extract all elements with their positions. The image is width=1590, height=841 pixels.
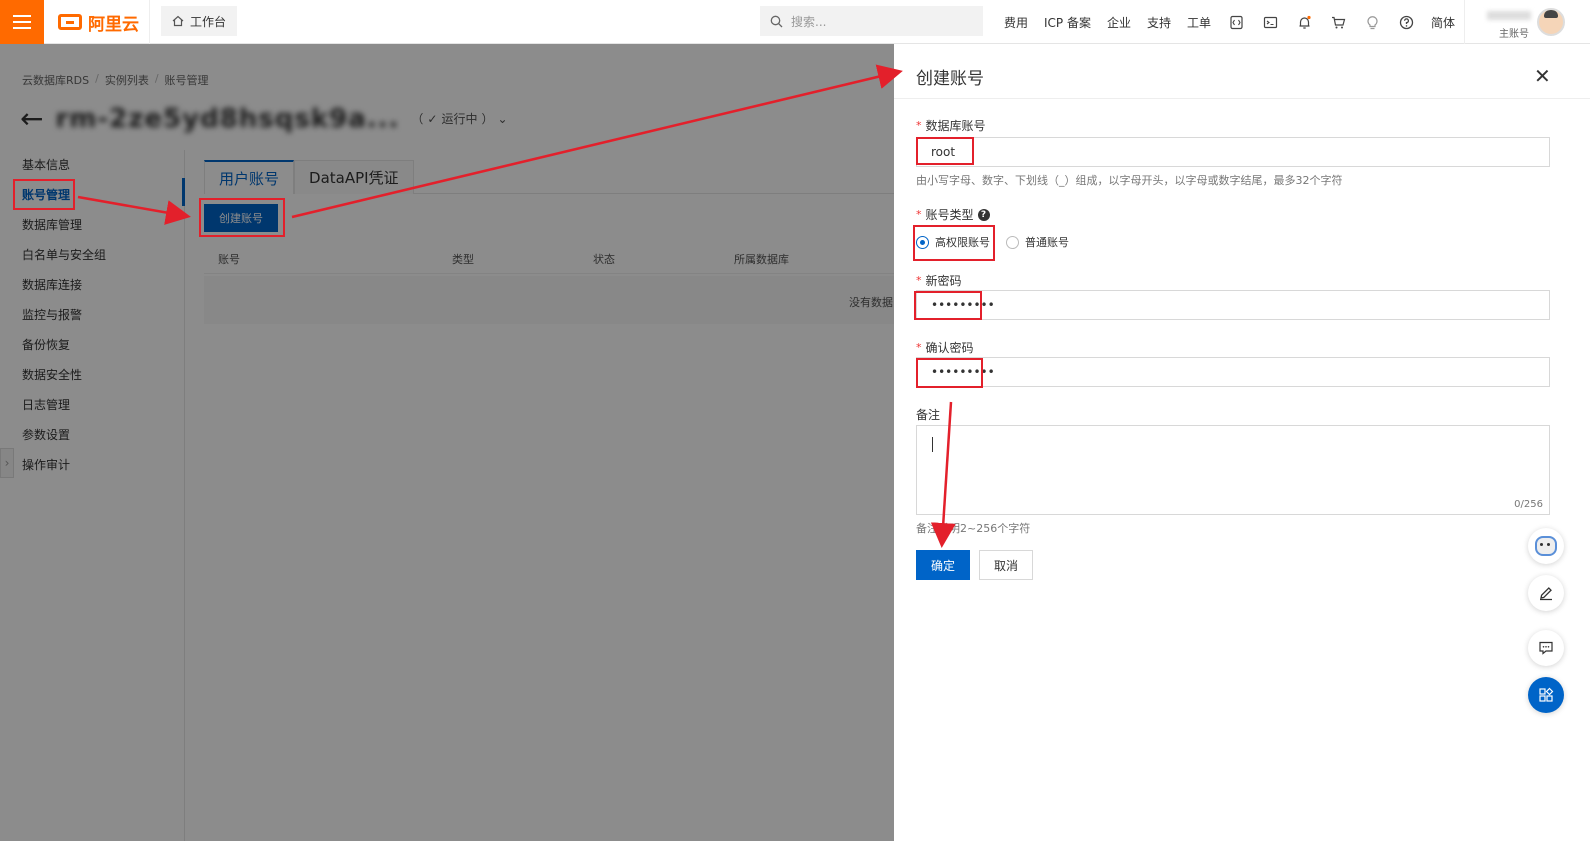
search-icon bbox=[770, 15, 783, 27]
pencil-icon bbox=[1540, 587, 1552, 601]
required-marker: * bbox=[916, 274, 922, 287]
required-marker: * bbox=[916, 208, 922, 221]
notification-button[interactable] bbox=[1287, 0, 1321, 44]
brand-logo[interactable]: 阿里云 bbox=[58, 10, 139, 35]
account-name-hint: 由小写字母、数字、下划线（_）组成，以字母开头，以字母或数字结尾，最多32个字符 bbox=[916, 174, 1343, 187]
language-switch[interactable]: 简体 bbox=[1431, 14, 1455, 31]
radio-unchecked-icon bbox=[1006, 235, 1019, 249]
home-icon bbox=[172, 15, 184, 27]
account-name-redacted bbox=[1487, 11, 1531, 20]
remark-char-counter: 0/256 bbox=[1514, 499, 1543, 510]
brand-name: 阿里云 bbox=[88, 14, 139, 35]
account-type-label: 主账号 bbox=[1499, 29, 1529, 40]
search-placeholder: 搜索... bbox=[791, 14, 827, 29]
workbench-button[interactable]: 工作台 bbox=[161, 6, 237, 36]
apps-button[interactable] bbox=[1528, 677, 1564, 713]
text-caret bbox=[932, 437, 933, 452]
account-name-label-text: 数据库账号 bbox=[925, 119, 986, 133]
cancel-button[interactable]: 取消 bbox=[979, 550, 1033, 580]
question-circle-icon bbox=[1399, 15, 1413, 29]
required-marker: * bbox=[916, 119, 922, 132]
code-icon bbox=[1229, 15, 1243, 29]
account-menu[interactable]: 主账号 bbox=[1464, 0, 1590, 44]
account-type-label-text: 账号类型 bbox=[925, 208, 974, 222]
account-name-input[interactable]: root bbox=[916, 137, 1550, 167]
confirm-password-input[interactable]: ••••••••• bbox=[916, 357, 1550, 387]
required-marker: * bbox=[916, 341, 922, 354]
top-bar: 阿里云 工作台 搜索... 费用 ICP 备案 企业 支持 工单 简体 主账号 bbox=[0, 0, 1590, 44]
new-password-label-text: 新密码 bbox=[925, 274, 962, 288]
lightbulb-button[interactable] bbox=[1355, 0, 1389, 44]
confirm-password-label: * 确认密码 bbox=[916, 339, 974, 356]
nav-link-fees[interactable]: 费用 bbox=[1004, 14, 1028, 31]
help-icon[interactable]: ? bbox=[977, 208, 990, 221]
workbench-label: 工作台 bbox=[189, 14, 226, 29]
nav-link-icp[interactable]: ICP 备案 bbox=[1044, 14, 1091, 31]
nav-link-ticket[interactable]: 工单 bbox=[1187, 14, 1211, 31]
drawer-title: 创建账号 bbox=[916, 69, 984, 89]
new-password-label: * 新密码 bbox=[916, 272, 962, 289]
radio-standard-label: 普通账号 bbox=[1025, 236, 1069, 249]
annotation-box-account-name bbox=[916, 137, 974, 165]
search-input[interactable]: 搜索... bbox=[760, 6, 983, 36]
hamburger-menu-button[interactable] bbox=[0, 0, 44, 44]
drawer-header: 创建账号 ✕ bbox=[894, 44, 1590, 99]
lightbulb-icon bbox=[1367, 15, 1378, 29]
topbar-divider bbox=[149, 0, 150, 44]
remark-label: 备注 bbox=[916, 406, 940, 423]
radio-standard-account[interactable]: 普通账号 bbox=[1006, 234, 1069, 250]
remark-textarea[interactable]: 0/256 bbox=[916, 425, 1550, 515]
aliyun-logo-icon bbox=[58, 14, 82, 30]
chat-button[interactable] bbox=[1528, 630, 1564, 666]
assistant-robot-button[interactable] bbox=[1528, 528, 1564, 564]
annotation-box-accounts-menu bbox=[13, 179, 75, 210]
remark-hint: 备注说明2~256个字符 bbox=[916, 522, 1031, 535]
annotation-box-new-password bbox=[914, 291, 982, 320]
avatar[interactable] bbox=[1537, 8, 1565, 36]
new-password-input[interactable]: ••••••••• bbox=[916, 290, 1550, 320]
robot-icon bbox=[1535, 536, 1557, 556]
remark-label-text: 备注 bbox=[916, 408, 941, 422]
cart-button[interactable] bbox=[1321, 0, 1355, 44]
create-account-drawer: 创建账号 ✕ * 数据库账号 root 由小写字母、数字、下划线（_）组成，以字… bbox=[894, 44, 1590, 841]
annotation-box-account-type bbox=[913, 225, 995, 261]
annotation-box-confirm-password bbox=[916, 358, 983, 388]
chat-icon bbox=[1539, 641, 1553, 655]
code-button[interactable] bbox=[1219, 0, 1253, 44]
cart-icon bbox=[1331, 16, 1345, 28]
close-icon[interactable]: ✕ bbox=[1534, 66, 1551, 86]
account-type-label: * 账号类型 ? bbox=[916, 206, 990, 223]
terminal-icon bbox=[1263, 16, 1277, 28]
nav-link-support[interactable]: 支持 bbox=[1147, 14, 1171, 31]
confirm-password-label-text: 确认密码 bbox=[925, 341, 974, 355]
help-button[interactable] bbox=[1389, 0, 1423, 44]
top-nav: 费用 ICP 备案 企业 支持 工单 简体 bbox=[996, 0, 1463, 44]
annotation-box-create-button bbox=[199, 198, 285, 237]
modal-mask[interactable] bbox=[0, 44, 894, 841]
terminal-button[interactable] bbox=[1253, 0, 1287, 44]
bell-icon bbox=[1299, 15, 1311, 29]
nav-link-enterprise[interactable]: 企业 bbox=[1107, 14, 1131, 31]
confirm-button[interactable]: 确定 bbox=[916, 550, 970, 580]
feedback-edit-button[interactable] bbox=[1528, 575, 1564, 611]
apps-grid-icon bbox=[1539, 687, 1554, 702]
account-name-label: * 数据库账号 bbox=[916, 117, 986, 134]
